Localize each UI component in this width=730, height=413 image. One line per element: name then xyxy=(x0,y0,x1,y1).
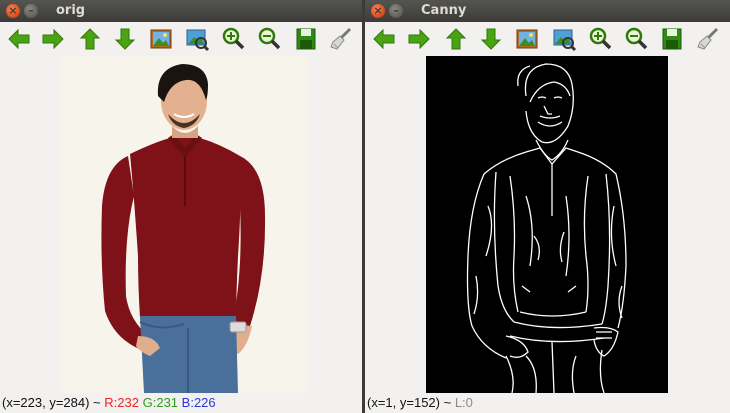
window-title: Canny xyxy=(421,3,467,18)
zoom-fit-icon[interactable] xyxy=(551,26,577,52)
arrow-down-icon[interactable] xyxy=(478,26,504,52)
title-bar[interactable]: × – Canny xyxy=(365,0,730,22)
close-icon[interactable]: × xyxy=(371,4,385,18)
status-coordinates: (x=223, y=284) ~ xyxy=(2,395,101,410)
minimize-icon[interactable]: – xyxy=(389,4,403,18)
save-icon[interactable] xyxy=(293,26,319,52)
zoom-in-icon[interactable] xyxy=(587,26,613,52)
arrow-down-icon[interactable] xyxy=(112,26,138,52)
image-area xyxy=(365,56,730,393)
image-icon[interactable] xyxy=(148,26,174,52)
status-green-value: G:231 xyxy=(142,395,179,410)
zoom-fit-icon[interactable] xyxy=(184,26,210,52)
status-coordinates: (x=1, y=152) ~ xyxy=(367,395,452,410)
zoom-out-icon[interactable] xyxy=(256,26,282,52)
arrow-up-icon[interactable] xyxy=(443,26,469,52)
arrow-up-icon[interactable] xyxy=(77,26,103,52)
status-bar: (x=1, y=152) ~ L:0 xyxy=(365,393,730,413)
canny-edge-image[interactable] xyxy=(426,56,668,393)
status-bar: (x=223, y=284) ~ R:232 G:231 B:226 xyxy=(0,393,362,413)
arrow-left-icon[interactable] xyxy=(371,26,397,52)
toolbar xyxy=(365,22,730,56)
arrow-right-icon[interactable] xyxy=(406,26,432,52)
zoom-in-icon[interactable] xyxy=(220,26,246,52)
arrow-right-icon[interactable] xyxy=(40,26,66,52)
image-icon[interactable] xyxy=(514,26,540,52)
status-blue-value: B:226 xyxy=(181,395,216,410)
orig-window: × – orig (x=223, y=284) ~ R:232 G:231 B:… xyxy=(0,0,362,413)
photo-image[interactable] xyxy=(60,56,308,393)
save-icon[interactable] xyxy=(659,26,685,52)
zoom-out-icon[interactable] xyxy=(623,26,649,52)
clear-brush-icon[interactable] xyxy=(328,26,354,52)
minimize-icon[interactable]: – xyxy=(24,4,38,18)
title-bar[interactable]: × – orig xyxy=(0,0,362,22)
status-luminance-value: L:0 xyxy=(454,395,473,410)
arrow-left-icon[interactable] xyxy=(6,26,32,52)
clear-brush-icon[interactable] xyxy=(695,26,721,52)
canny-window: × – Canny (x=1, y=152) ~ L:0 xyxy=(365,0,730,413)
status-red-value: R:232 xyxy=(104,395,139,410)
close-icon[interactable]: × xyxy=(6,4,20,18)
window-title: orig xyxy=(56,3,86,18)
toolbar xyxy=(0,22,362,56)
image-area xyxy=(0,56,362,393)
